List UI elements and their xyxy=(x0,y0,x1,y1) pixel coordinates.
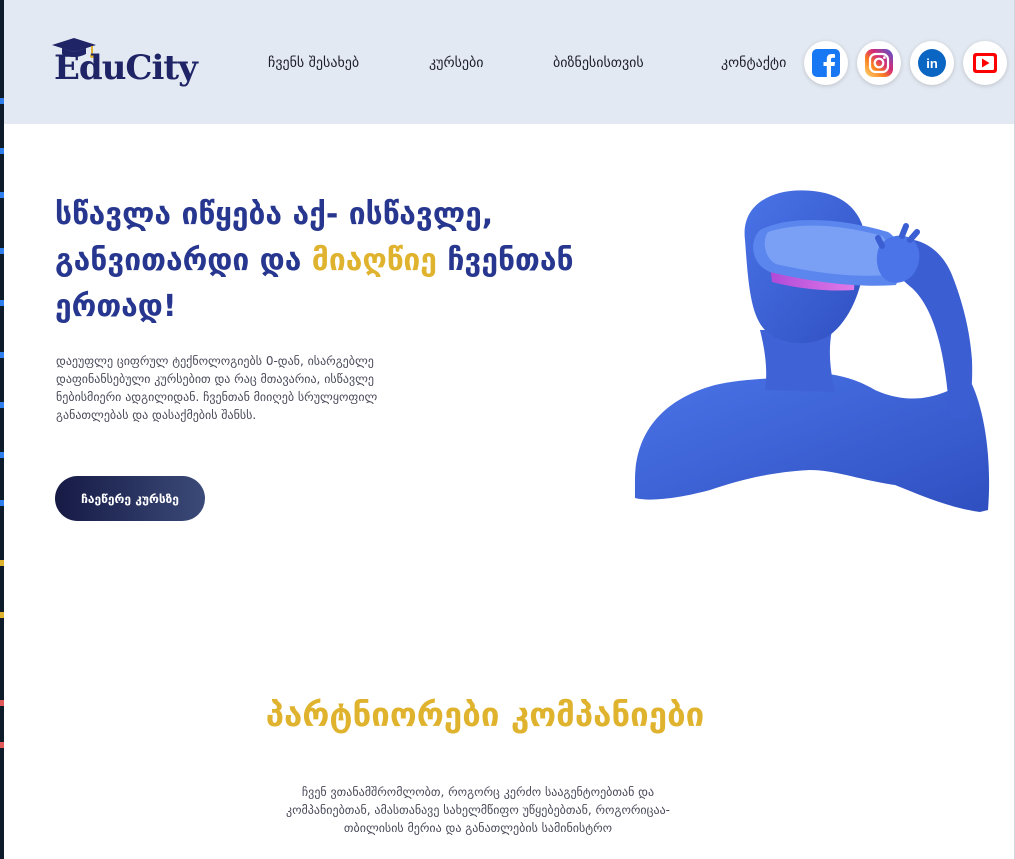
nav-item-contact[interactable]: კონტაქტი xyxy=(721,55,786,71)
facebook-icon xyxy=(812,49,840,77)
partners-section-description: ჩვენ ვთანამშრომლობთ, როგორც კერძო სააგენ… xyxy=(285,785,671,835)
youtube-button[interactable] xyxy=(963,41,1007,85)
hero-title: სწავლა იწყება აქ- ისწავლე, განვითარდი და… xyxy=(55,192,615,330)
hero-description: დაეუფლე ციფრულ ტექნოლოგიებს 0-დან, ისარგ… xyxy=(56,354,378,422)
vr-headset-figure-image xyxy=(635,190,990,512)
nav-item-courses[interactable]: კურსები xyxy=(429,55,484,71)
enroll-course-button[interactable]: ჩაეწერე კურსზე xyxy=(55,476,205,521)
site-header: EduCity ჩვენს შესახებ კურსები ბიზნესისთვ… xyxy=(4,0,1014,124)
nav-item-about[interactable]: ჩვენს შესახებ xyxy=(268,55,359,71)
svg-text:in: in xyxy=(926,56,938,71)
youtube-icon xyxy=(973,53,997,73)
educity-logo[interactable]: EduCity xyxy=(52,36,212,94)
hero-title-accent: მიაღწიე xyxy=(311,243,437,278)
linkedin-icon: in xyxy=(918,49,946,77)
instagram-button[interactable] xyxy=(857,41,901,85)
facebook-button[interactable] xyxy=(804,41,848,85)
instagram-icon xyxy=(865,49,893,77)
partners-section-title: პარტნიორები კომპანიები xyxy=(265,695,705,734)
nav-item-business[interactable]: ბიზნესისთვის xyxy=(553,55,644,71)
logo-wordmark: EduCity xyxy=(54,48,198,88)
linkedin-button[interactable]: in xyxy=(910,41,954,85)
